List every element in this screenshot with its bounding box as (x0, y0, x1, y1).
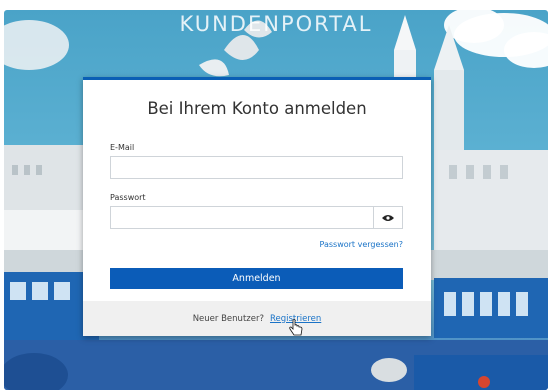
register-footer: Neuer Benutzer? Registrieren (83, 301, 431, 336)
new-user-text: Neuer Benutzer? (192, 313, 264, 324)
eye-icon (381, 214, 394, 221)
login-button[interactable]: Anmelden (110, 268, 403, 289)
password-field[interactable] (110, 206, 374, 229)
email-field[interactable] (110, 156, 403, 179)
hand-cursor-icon (289, 319, 303, 336)
forgot-password-link[interactable]: Passwort vergessen? (320, 240, 404, 249)
portal-title: KUNDENPORTAL (179, 12, 373, 36)
show-password-button[interactable] (373, 206, 403, 229)
login-heading: Bei Ihrem Konto anmelden (147, 99, 367, 118)
login-card: Bei Ihrem Konto anmelden E-Mail Passwort… (83, 77, 431, 336)
password-label: Passwort (110, 193, 146, 202)
email-label: E-Mail (110, 143, 135, 152)
